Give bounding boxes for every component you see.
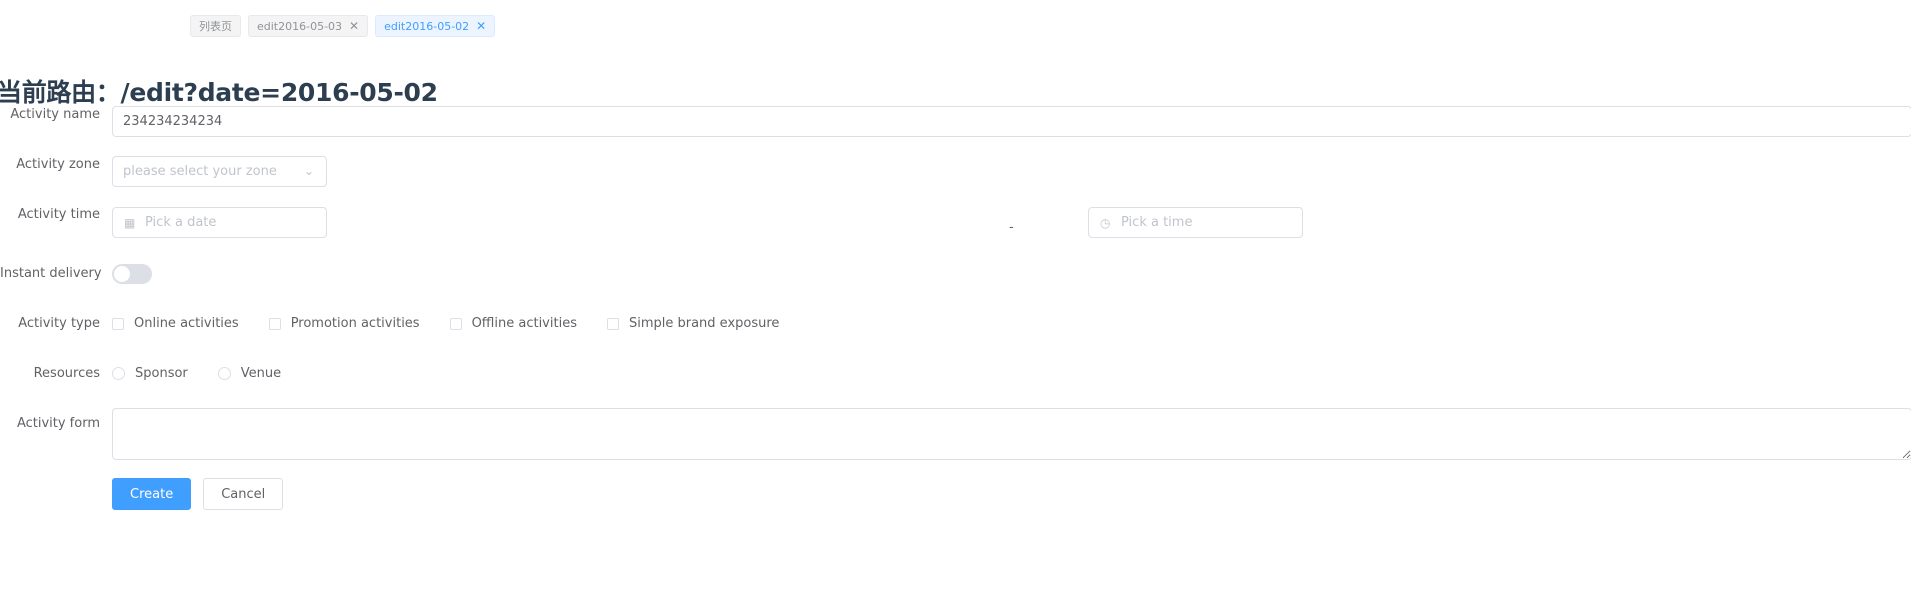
close-icon[interactable]: ✕: [476, 20, 486, 32]
date-placeholder: Pick a date: [145, 215, 217, 230]
form-actions: Create Cancel: [112, 478, 284, 510]
activity-name-label: Activity name: [10, 107, 100, 122]
tag-edit-2016-05-03[interactable]: edit2016-05-03 ✕: [248, 15, 369, 37]
activity-type-group: Online activities Promotion activities O…: [112, 316, 809, 331]
checkbox-group: Online activities Promotion activities O…: [112, 316, 809, 331]
checkbox-promotion-activities[interactable]: Promotion activities: [268, 316, 420, 331]
form-row-delivery: Instant delivery: [0, 266, 102, 281]
radio-circle[interactable]: [217, 367, 231, 380]
time-placeholder: Pick a time: [1121, 215, 1193, 230]
checkbox-box[interactable]: [449, 317, 462, 330]
activity-name-input[interactable]: [112, 106, 1911, 137]
radio-label: Sponsor: [135, 366, 188, 381]
checkbox-label: Online activities: [134, 316, 239, 331]
radio-venue[interactable]: Venue: [217, 366, 282, 381]
instant-delivery-label: Instant delivery: [0, 266, 102, 281]
instant-delivery-switch[interactable]: [112, 264, 152, 284]
time-picker-wrapper: ◷ Pick a time: [1088, 207, 1303, 238]
close-icon[interactable]: ✕: [349, 20, 359, 32]
tag-label: edit2016-05-03: [257, 19, 343, 33]
radio-circle[interactable]: [112, 367, 125, 380]
activity-zone-select[interactable]: please select your zone ⌄: [112, 156, 327, 187]
radio-label: Venue: [240, 366, 282, 381]
date-picker-wrapper: ▦ Pick a date: [112, 207, 327, 238]
time-picker-input[interactable]: ◷ Pick a time: [1088, 207, 1303, 238]
checkbox-box[interactable]: [268, 317, 281, 330]
cancel-button[interactable]: Cancel: [203, 478, 284, 510]
form-row-zone: Activity zone: [0, 157, 100, 172]
checkbox-label: Offline activities: [471, 316, 577, 331]
form-row-type: Activity type: [0, 316, 100, 331]
form-row-resources: Resources: [0, 366, 100, 381]
form-row-time: Activity time: [0, 207, 100, 222]
form-row-form: Activity form: [0, 416, 100, 431]
activity-type-label: Activity type: [18, 316, 100, 331]
checkbox-box[interactable]: [606, 317, 619, 330]
checkbox-online-activities[interactable]: Online activities: [112, 316, 239, 331]
checkbox-label: Simple brand exposure: [628, 316, 780, 331]
delivery-switch-wrapper: [112, 264, 152, 284]
activity-form-label: Activity form: [16, 416, 100, 431]
activity-time-label: Activity time: [17, 207, 100, 222]
form-row-name: Activity name: [0, 107, 100, 122]
checkbox-box[interactable]: [112, 317, 124, 330]
radio-sponsor[interactable]: Sponsor: [112, 366, 188, 381]
time-separator: -: [1009, 220, 1014, 235]
select-placeholder: please select your zone: [123, 164, 277, 179]
activity-zone-wrapper: please select your zone ⌄: [112, 156, 327, 187]
checkbox-offline-activities[interactable]: Offline activities: [449, 316, 577, 331]
checkbox-simple-brand-exposure[interactable]: Simple brand exposure: [606, 316, 780, 331]
tags-bar: 列表页 edit2016-05-03 ✕ edit2016-05-02 ✕: [190, 15, 496, 37]
tag-list-page[interactable]: 列表页: [190, 15, 241, 37]
calendar-icon: ▦: [124, 216, 136, 230]
clock-icon: ◷: [1100, 216, 1111, 230]
activity-name-wrapper: [112, 106, 1911, 137]
activity-form-wrapper: [112, 408, 1911, 460]
tag-label: 列表页: [199, 20, 232, 33]
chevron-down-icon: ⌄: [303, 164, 314, 178]
resources-group: Sponsor Venue: [112, 366, 311, 381]
resources-label: Resources: [33, 366, 100, 381]
checkbox-label: Promotion activities: [290, 316, 420, 331]
activity-zone-label: Activity zone: [16, 157, 100, 172]
tag-edit-2016-05-02[interactable]: edit2016-05-02 ✕: [375, 15, 496, 37]
switch-knob: [114, 266, 130, 282]
page: 列表页 edit2016-05-03 ✕ edit2016-05-02 ✕ 当前…: [0, 0, 1911, 597]
page-title: 当前路由：/edit?date=2016-05-02: [0, 78, 438, 107]
tag-label: edit2016-05-02: [384, 19, 470, 33]
radio-group: Sponsor Venue: [112, 366, 311, 381]
activity-form-textarea[interactable]: [112, 408, 1911, 460]
date-picker-input[interactable]: ▦ Pick a date: [112, 207, 327, 238]
create-button[interactable]: Create: [112, 478, 192, 510]
